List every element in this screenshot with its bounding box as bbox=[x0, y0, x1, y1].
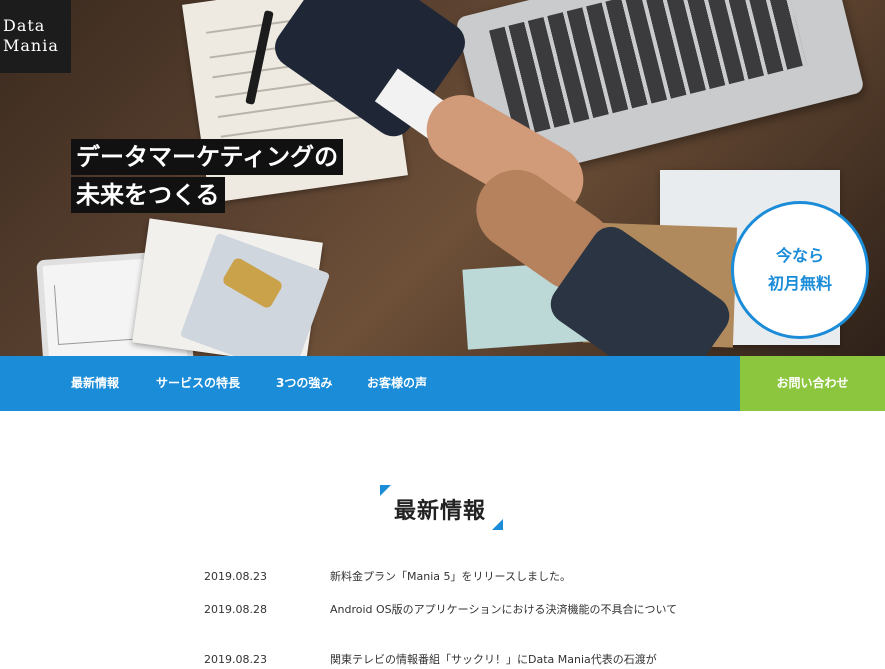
corner-mark-top-left bbox=[380, 485, 391, 496]
nav-item-news[interactable]: 最新情報 bbox=[71, 356, 119, 411]
news-date: 2019.08.23 bbox=[204, 570, 267, 583]
news-section-title: 最新情報 bbox=[380, 485, 505, 530]
global-nav: 最新情報 サービスの特長 3つの強み お客様の声 お問い合わせ bbox=[0, 356, 885, 411]
badge-line1: 今なら bbox=[775, 246, 824, 265]
headline-line2: 未来をつくる bbox=[71, 177, 225, 213]
logo-line1: Data bbox=[3, 16, 46, 35]
logo[interactable]: Data Mania bbox=[0, 0, 71, 73]
headline-line1: データマーケティングの bbox=[71, 139, 344, 175]
free-trial-badge[interactable]: 今なら 初月無料 bbox=[731, 201, 869, 339]
contact-button[interactable]: お問い合わせ bbox=[740, 356, 885, 411]
news-date: 2019.08.23 bbox=[204, 653, 267, 666]
news-heading: 最新情報 bbox=[394, 499, 487, 524]
nav-item-strengths[interactable]: 3つの強み bbox=[276, 356, 332, 411]
nav-item-features[interactable]: サービスの特長 bbox=[156, 356, 240, 411]
nav-item-testimonials[interactable]: お客様の声 bbox=[367, 356, 427, 411]
news-title-link[interactable]: 新料金プラン「Mania 5」をリリースしました。 bbox=[330, 567, 680, 586]
logo-line2: Mania bbox=[3, 36, 59, 55]
news-date: 2019.08.28 bbox=[204, 603, 267, 616]
hero-headline: データマーケティングの 未来をつくる bbox=[71, 139, 344, 215]
badge-line2: 初月無料 bbox=[767, 274, 832, 293]
news-title-link[interactable]: Android OS版のアプリケーションにおける決済機能の不具合について bbox=[330, 600, 680, 619]
news-title-link[interactable]: 関東テレビの情報番組「サックリ！」にData Mania代表の石渡が bbox=[330, 650, 680, 669]
corner-mark-bottom-right bbox=[492, 519, 503, 530]
